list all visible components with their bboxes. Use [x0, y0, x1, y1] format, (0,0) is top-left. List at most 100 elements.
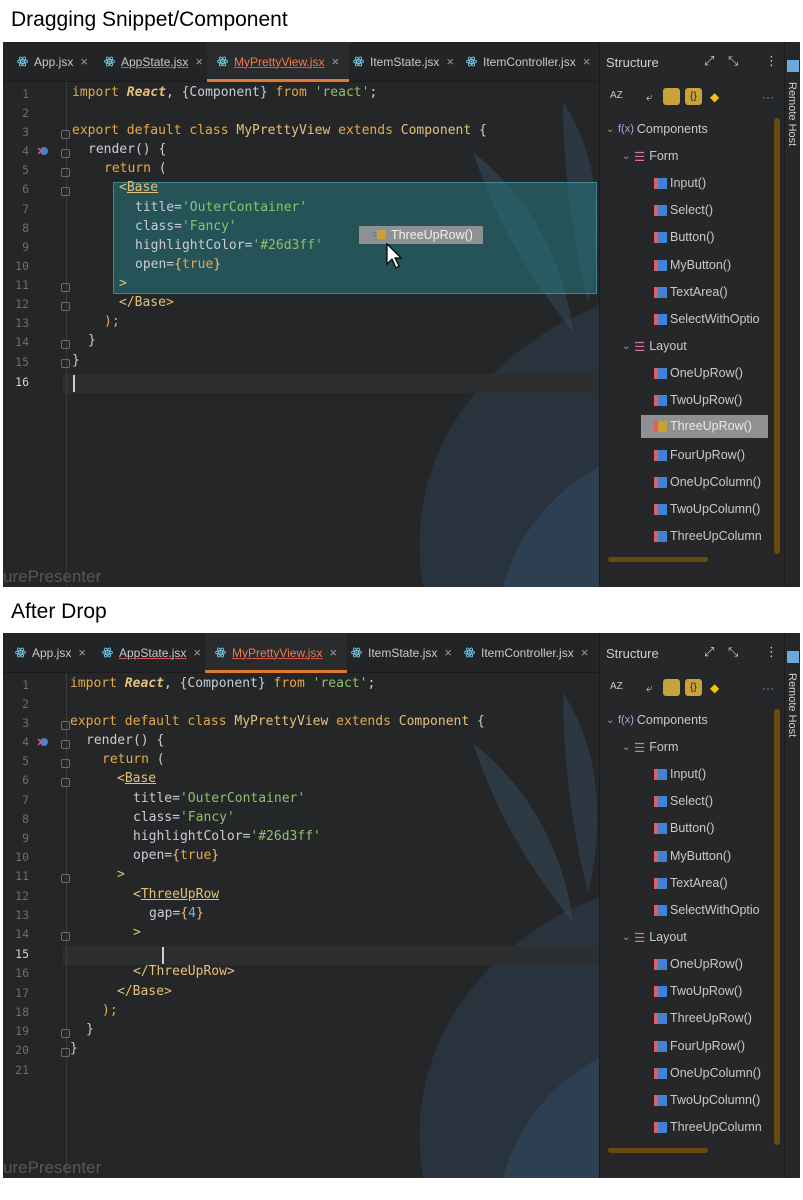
sort-visibility-icon[interactable]: ⤶: [646, 90, 653, 105]
code-line: gap={4}: [149, 906, 204, 921]
fold-icon[interactable]: [61, 302, 70, 311]
current-line-highlight: [63, 946, 598, 965]
remote-host-label: Remote Host: [786, 673, 798, 738]
code-line: return (: [104, 161, 167, 176]
code-line: import React, {Component} from 'react';: [72, 85, 378, 100]
code-line: highlightColor='#26d3ff': [135, 238, 323, 253]
code-line: }: [70, 1041, 78, 1056]
current-line-highlight: [63, 374, 598, 393]
fold-icon[interactable]: [61, 283, 70, 292]
code-line: title='OuterContainer': [133, 791, 306, 806]
caption-top: Dragging Snippet/Component: [11, 8, 288, 31]
line-number: 12: [15, 297, 29, 311]
line-number: 6: [22, 182, 29, 196]
code-line: open={true}: [133, 848, 220, 863]
line-number: 2: [22, 697, 29, 711]
remote-host-sidebar[interactable]: Remote Host: [784, 633, 800, 1178]
show-tags-icon[interactable]: [663, 679, 680, 696]
show-tags-icon[interactable]: [663, 88, 680, 105]
code-line: }: [72, 353, 80, 368]
structure-title: Structure: [606, 55, 659, 70]
code-line: </ThreeUpRow>: [133, 964, 235, 979]
code-line: }: [86, 1022, 94, 1037]
fold-icon[interactable]: [61, 874, 70, 883]
line-number: 8: [22, 221, 29, 235]
collapse-icon[interactable]: ⤡: [728, 53, 738, 69]
vertical-scrollbar[interactable]: [774, 118, 780, 554]
horizontal-scrollbar[interactable]: [608, 1148, 708, 1153]
fold-icon[interactable]: [61, 168, 70, 177]
code-editor[interactable]: 1 2 3 4 5 6 7 8 9 10 11 12 13 14 15 16 1…: [3, 633, 598, 1178]
show-braces-icon[interactable]: {}: [685, 679, 702, 696]
tree-node-layout[interactable]: ⌄ ☰ Layout: [622, 334, 792, 358]
tree-node-form[interactable]: ⌄ ☰ Form: [622, 735, 792, 759]
fold-icon[interactable]: [61, 721, 70, 730]
line-number: 17: [15, 986, 29, 1000]
line-number: 21: [15, 1063, 29, 1077]
sort-alpha-icon[interactable]: AZ: [610, 681, 623, 692]
line-number: 3: [22, 716, 29, 730]
code-line: title='OuterContainer': [135, 200, 308, 215]
expand-icon[interactable]: ⤢: [704, 53, 714, 69]
code-line: }: [88, 333, 96, 348]
code-line: );: [102, 1003, 118, 1018]
line-number: 2: [22, 106, 29, 120]
line-number-current: 16: [15, 375, 29, 389]
drag-ghost-label: ThreeUpRow(): [391, 228, 473, 242]
vertical-scrollbar[interactable]: [774, 709, 780, 1145]
tree-node-components[interactable]: ⌄ f(x) Components: [606, 117, 776, 141]
tree-node-form[interactable]: ⌄ ☰ Form: [622, 144, 792, 168]
remote-host-sidebar[interactable]: Remote Host: [784, 42, 800, 587]
background-text: urePresenter: [3, 1158, 102, 1177]
line-number: 10: [15, 259, 29, 273]
fold-icon[interactable]: [61, 359, 70, 368]
code-line: import React, {Component} from 'react';: [70, 676, 376, 691]
code-line: render() {: [88, 142, 167, 157]
tree-node-layout[interactable]: ⌄ ☰ Layout: [622, 925, 792, 949]
show-diamond-icon[interactable]: ◆: [710, 681, 719, 695]
fold-icon[interactable]: [61, 1029, 70, 1038]
line-number-current: 15: [15, 947, 29, 961]
horizontal-scrollbar[interactable]: [608, 557, 708, 562]
line-number: 9: [22, 831, 29, 845]
fold-icon[interactable]: [61, 149, 70, 158]
show-braces-icon[interactable]: {}: [685, 88, 702, 105]
collapse-icon[interactable]: ⤡: [728, 644, 738, 660]
code-line: <Base: [119, 180, 159, 195]
tree-node-components[interactable]: ⌄ f(x) Components: [606, 708, 776, 732]
fold-icon[interactable]: [61, 740, 70, 749]
fold-icon[interactable]: [61, 130, 70, 139]
code-line: class='Fancy': [135, 219, 237, 234]
line-number: 5: [22, 754, 29, 768]
remote-host-label: Remote Host: [786, 82, 798, 147]
line-number: 8: [22, 812, 29, 826]
caption-bottom: After Drop: [11, 600, 107, 623]
line-number: 13: [15, 908, 29, 922]
implements-icon[interactable]: [37, 736, 49, 748]
line-number: 13: [15, 316, 29, 330]
expand-icon[interactable]: ⤢: [704, 644, 714, 660]
fold-icon[interactable]: [61, 932, 70, 941]
fold-icon[interactable]: [61, 340, 70, 349]
more-options-icon[interactable]: ⋮: [765, 644, 778, 660]
code-line: open={true}: [135, 257, 222, 272]
remote-host-icon: [787, 651, 799, 663]
line-number: 14: [15, 335, 29, 349]
line-number: 9: [22, 240, 29, 254]
more-tools-icon[interactable]: ···: [762, 681, 774, 695]
line-number: 1: [22, 87, 29, 101]
sort-alpha-icon[interactable]: AZ: [610, 90, 623, 101]
fold-icon[interactable]: [61, 1048, 70, 1057]
line-number: 11: [15, 869, 29, 883]
more-options-icon[interactable]: ⋮: [765, 53, 778, 69]
show-diamond-icon[interactable]: ◆: [710, 90, 719, 104]
code-editor[interactable]: 1 2 3 4 5 6 7 8 9 10 11 12 13 14 15 16 i…: [3, 42, 598, 587]
more-tools-icon[interactable]: ···: [762, 90, 774, 104]
code-line: render() {: [86, 733, 165, 748]
fold-icon[interactable]: [61, 187, 70, 196]
fold-icon[interactable]: [61, 759, 70, 768]
line-number: 19: [15, 1024, 29, 1038]
fold-icon[interactable]: [61, 778, 70, 787]
implements-icon[interactable]: [37, 145, 49, 157]
sort-visibility-icon[interactable]: ⤶: [646, 681, 653, 696]
